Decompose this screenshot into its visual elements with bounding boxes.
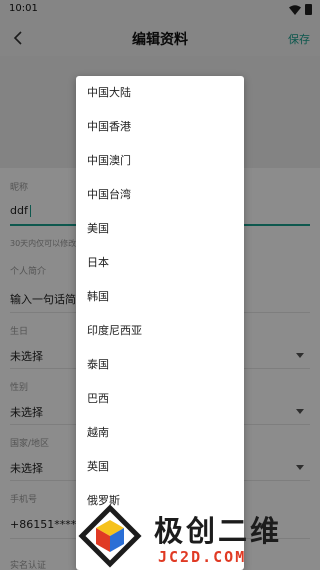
country-option[interactable]: 巴西 — [76, 382, 244, 416]
country-option[interactable]: 中国台湾 — [76, 178, 244, 212]
cube-logo-icon — [78, 504, 142, 568]
country-option[interactable]: 中国澳门 — [76, 144, 244, 178]
country-option[interactable]: 越南 — [76, 416, 244, 450]
country-option[interactable]: 英国 — [76, 450, 244, 484]
country-option[interactable]: 中国大陆 — [76, 76, 244, 110]
country-option[interactable]: 日本 — [76, 246, 244, 280]
watermark-title: 极创二维 — [154, 514, 283, 548]
country-option[interactable]: 中国香港 — [76, 110, 244, 144]
watermark-domain: JC2D.COM — [158, 548, 247, 566]
country-option[interactable]: 韩国 — [76, 280, 244, 314]
watermark: 极创二维 JC2D.COM — [68, 504, 318, 570]
country-option[interactable]: 印度尼西亚 — [76, 314, 244, 348]
edit-profile-screen: 10:01 编辑资料 保存 昵称 ddf 30天内仅可以修改 个人简介 输入一句… — [0, 0, 320, 570]
country-option[interactable]: 美国 — [76, 212, 244, 246]
country-picker-popup: 中国大陆 中国香港 中国澳门 中国台湾 美国 日本 韩国 印度尼西亚 泰国 巴西… — [76, 76, 244, 570]
country-option[interactable]: 泰国 — [76, 348, 244, 382]
